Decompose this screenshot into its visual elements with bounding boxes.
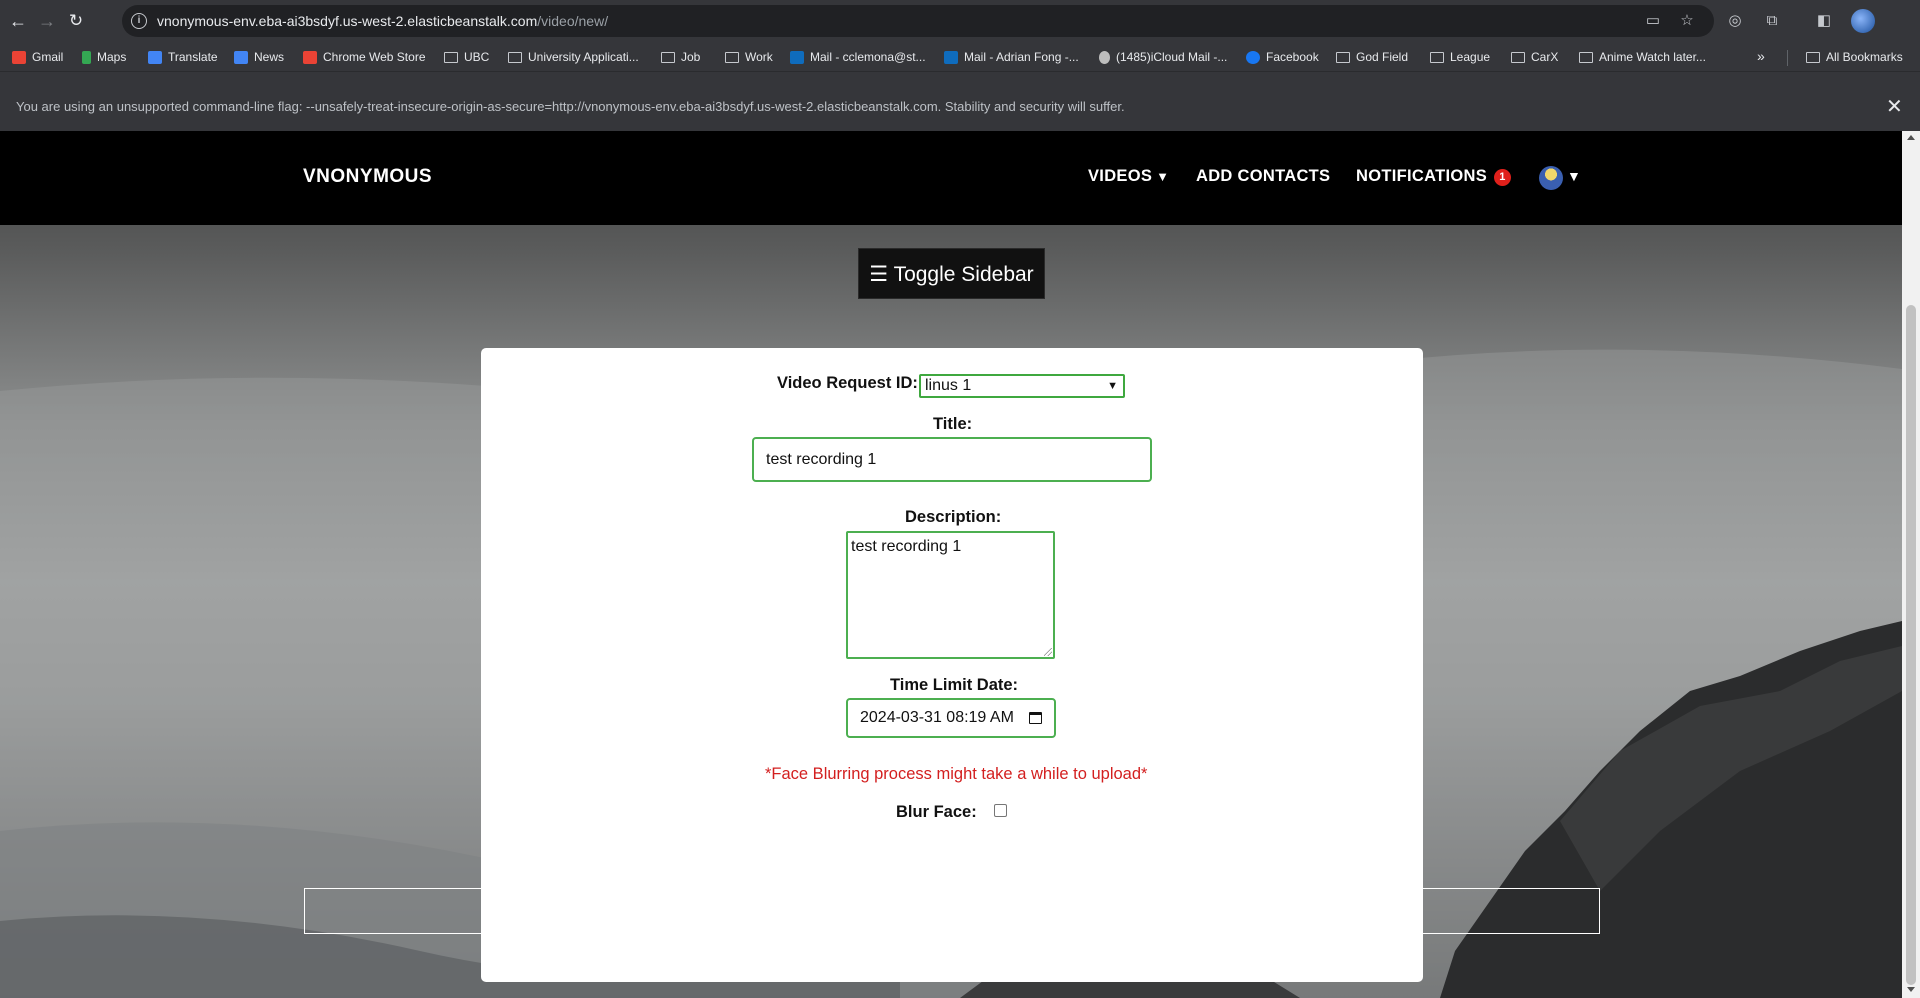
- bookmark-mail-cclemona[interactable]: Mail - cclemona@st...: [790, 49, 926, 65]
- bookmark-news[interactable]: News: [234, 49, 284, 65]
- outlook-icon: [944, 50, 958, 64]
- bookmarks-overflow-icon[interactable]: »: [1757, 48, 1765, 64]
- scroll-up-icon[interactable]: [1907, 135, 1915, 140]
- site-navbar: VNONYMOUS VIDEOS ▼ ADD CONTACTS NOTIFICAT…: [0, 131, 1902, 225]
- url-text[interactable]: vnonymous-env.eba-ai3bsdyf.us-west-2.ela…: [157, 13, 608, 29]
- folder-icon: [661, 51, 675, 63]
- bookmarks-bar: Gmail Maps Translate News Chrome Web Sto…: [0, 43, 1920, 71]
- bookmark-folder-work[interactable]: Work: [725, 49, 773, 65]
- site-brand[interactable]: VNONYMOUS: [303, 166, 432, 188]
- blur-face-checkbox[interactable]: [994, 804, 1007, 817]
- description-label: Description:: [905, 508, 1002, 526]
- time-limit-datetime-input[interactable]: 2024-03-31 08:19 AM: [846, 698, 1056, 738]
- calendar-icon[interactable]: [1029, 712, 1042, 724]
- title-label: Title:: [933, 415, 973, 433]
- time-limit-label: Time Limit Date:: [890, 676, 1019, 694]
- bookmark-folder-anime[interactable]: Anime Watch later...: [1579, 49, 1706, 65]
- incognito-extension-icon[interactable]: ◎: [1723, 9, 1747, 33]
- profile-avatar[interactable]: [1851, 9, 1875, 33]
- bookmark-translate[interactable]: Translate: [148, 49, 218, 65]
- address-bar[interactable]: i vnonymous-env.eba-ai3bsdyf.us-west-2.e…: [122, 5, 1714, 37]
- news-icon: [234, 50, 248, 64]
- bookmark-mail-adrian[interactable]: Mail - Adrian Fong -...: [944, 49, 1079, 65]
- page-scrollbar[interactable]: [1902, 131, 1920, 998]
- title-input[interactable]: test recording 1: [752, 437, 1152, 482]
- bookmark-maps[interactable]: Maps: [82, 49, 126, 65]
- unsupported-flag-infobar: You are using an unsupported command-lin…: [0, 71, 1920, 131]
- webstore-icon: [303, 50, 317, 64]
- caret-down-icon: ▼: [1156, 169, 1170, 184]
- gmail-icon: [12, 50, 26, 64]
- cast-icon[interactable]: ▭: [1643, 11, 1663, 29]
- facebook-icon: [1246, 50, 1260, 64]
- bookmark-folder-god-field[interactable]: God Field: [1336, 49, 1408, 65]
- nav-videos-dropdown[interactable]: VIDEOS ▼: [1088, 167, 1169, 186]
- video-request-select[interactable]: linus 1 ▼: [919, 374, 1125, 398]
- scroll-down-icon[interactable]: [1907, 987, 1915, 992]
- folder-icon: [1336, 51, 1350, 63]
- close-icon[interactable]: ✕: [1886, 94, 1903, 119]
- folder-icon: [1511, 51, 1525, 63]
- translate-icon: [148, 50, 162, 64]
- bookmarks-divider: [1787, 50, 1788, 66]
- user-avatar[interactable]: [1539, 166, 1563, 190]
- folder-icon: [1430, 51, 1444, 63]
- all-bookmarks[interactable]: All Bookmarks: [1806, 49, 1903, 65]
- chevron-down-icon: ▼: [1107, 380, 1118, 392]
- bookmark-folder-university[interactable]: University Applicati...: [508, 49, 639, 65]
- bookmark-chrome-web-store[interactable]: Chrome Web Store: [303, 49, 426, 65]
- outlook-icon: [790, 50, 804, 64]
- blur-face-label: Blur Face:: [896, 803, 977, 821]
- nav-add-contacts[interactable]: ADD CONTACTS: [1196, 167, 1330, 186]
- folder-icon: [1579, 51, 1593, 63]
- infobar-message: You are using an unsupported command-lin…: [16, 99, 1125, 114]
- scrollbar-thumb[interactable]: [1906, 305, 1916, 985]
- toggle-sidebar-button[interactable]: ☰ Toggle Sidebar: [858, 248, 1045, 299]
- back-button[interactable]: Back: [304, 888, 953, 934]
- folder-icon: [725, 51, 739, 63]
- notification-badge: 1: [1494, 169, 1512, 186]
- face-blur-warning: *Face Blurring process might take a whil…: [765, 765, 1148, 783]
- description-textarea[interactable]: test recording 1: [846, 531, 1055, 659]
- resize-handle[interactable]: [1044, 648, 1052, 656]
- folder-icon: [444, 51, 458, 63]
- bookmark-star-icon[interactable]: ☆: [1677, 11, 1697, 29]
- apple-icon: [1099, 50, 1110, 64]
- nav-notifications[interactable]: NOTIFICATIONS 1: [1356, 167, 1512, 186]
- bookmark-folder-ubc[interactable]: UBC: [444, 49, 489, 65]
- preview-button[interactable]: Preview: [952, 888, 1600, 934]
- folder-icon: [1806, 51, 1820, 63]
- bookmark-folder-league[interactable]: League: [1430, 49, 1490, 65]
- bookmark-icloud-mail[interactable]: (1485)iCloud Mail -...: [1099, 49, 1227, 65]
- bookmark-gmail[interactable]: Gmail: [12, 49, 63, 65]
- back-arrow-icon[interactable]: ←: [4, 7, 32, 35]
- extensions-puzzle-icon[interactable]: ⧉: [1760, 9, 1784, 33]
- bookmark-folder-job[interactable]: Job: [661, 49, 700, 65]
- page-viewport: VNONYMOUS VIDEOS ▼ ADD CONTACTS NOTIFICAT…: [0, 131, 1920, 998]
- reload-icon[interactable]: ↻: [62, 7, 90, 35]
- bookmark-facebook[interactable]: Facebook: [1246, 49, 1319, 65]
- maps-icon: [82, 50, 91, 64]
- video-request-label: Video Request ID:: [777, 374, 918, 392]
- side-panel-icon[interactable]: ◧: [1812, 9, 1836, 33]
- folder-icon: [508, 51, 522, 63]
- forward-arrow-icon[interactable]: →: [33, 7, 61, 35]
- caret-down-icon[interactable]: ▼: [1567, 168, 1581, 184]
- bookmark-folder-carx[interactable]: CarX: [1511, 49, 1558, 65]
- site-info-icon[interactable]: i: [131, 13, 147, 29]
- browser-toolbar: ← → ↻ i vnonymous-env.eba-ai3bsdyf.us-we…: [0, 0, 1920, 43]
